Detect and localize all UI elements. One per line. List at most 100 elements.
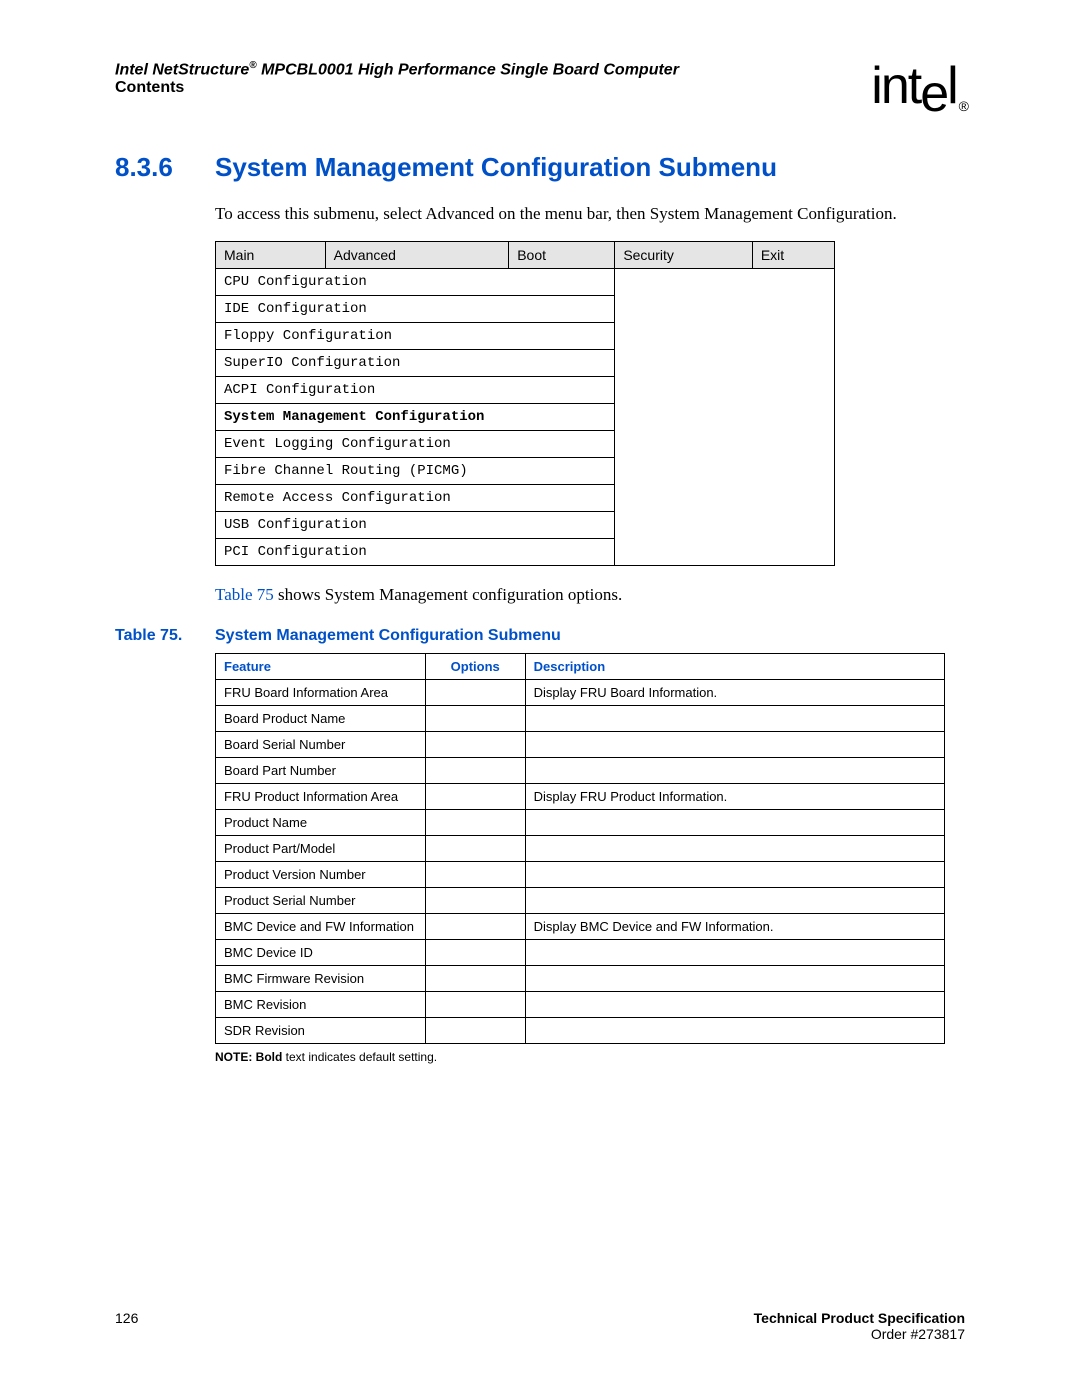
menu-spacer	[615, 430, 835, 457]
menu-tab-exit: Exit	[752, 241, 834, 268]
cell-options	[425, 783, 525, 809]
document-title: Intel NetStructure® MPCBL0001 High Perfo…	[115, 60, 871, 79]
cell-options	[425, 965, 525, 991]
table-row: Board Serial Number	[216, 731, 945, 757]
cell-description	[525, 861, 944, 887]
bios-menu-table: Main Advanced Boot Security Exit CPU Con…	[215, 241, 835, 566]
menu-row: CPU Configuration	[216, 268, 835, 295]
cell-options	[425, 679, 525, 705]
registered-mark: ®	[249, 60, 256, 71]
menu-row: IDE Configuration	[216, 295, 835, 322]
cell-options	[425, 809, 525, 835]
footer-doc-type: Technical Product Specification	[754, 1310, 965, 1326]
reference-text: shows System Management configuration op…	[274, 585, 622, 604]
table-row: Product Name	[216, 809, 945, 835]
menu-item: Event Logging Configuration	[216, 430, 615, 457]
cell-description	[525, 731, 944, 757]
cell-feature: Board Serial Number	[216, 731, 426, 757]
table-row: Product Version Number	[216, 861, 945, 887]
menu-item: CPU Configuration	[216, 268, 615, 295]
note-suffix: text indicates default setting.	[282, 1050, 437, 1064]
cell-options	[425, 991, 525, 1017]
cell-description: Display FRU Board Information.	[525, 679, 944, 705]
menu-row: Remote Access Configuration	[216, 484, 835, 511]
cell-description: Display FRU Product Information.	[525, 783, 944, 809]
menu-tab-security: Security	[615, 241, 753, 268]
cell-feature: BMC Device ID	[216, 939, 426, 965]
menu-row: Floppy Configuration	[216, 322, 835, 349]
menu-spacer	[615, 511, 835, 538]
menu-item: Floppy Configuration	[216, 322, 615, 349]
section-number: 8.3.6	[115, 152, 215, 183]
table-row: BMC Firmware Revision	[216, 965, 945, 991]
cell-options	[425, 1017, 525, 1043]
menu-row: System Management Configuration	[216, 403, 835, 430]
cell-description	[525, 1017, 944, 1043]
menu-row: ACPI Configuration	[216, 376, 835, 403]
table-row: BMC Device ID	[216, 939, 945, 965]
table-row: FRU Board Information Area Display FRU Bo…	[216, 679, 945, 705]
menu-item: PCI Configuration	[216, 538, 615, 565]
intro-paragraph: To access this submenu, select Advanced …	[215, 203, 965, 226]
menu-spacer	[615, 457, 835, 484]
cell-options	[425, 705, 525, 731]
cell-feature: Product Serial Number	[216, 887, 426, 913]
cell-description	[525, 835, 944, 861]
menu-item: SuperIO Configuration	[216, 349, 615, 376]
menu-row: Event Logging Configuration	[216, 430, 835, 457]
table-reference-link[interactable]: Table 75	[215, 585, 274, 604]
menu-tab-boot: Boot	[509, 241, 615, 268]
cell-options	[425, 939, 525, 965]
cell-description	[525, 991, 944, 1017]
cell-feature: Product Version Number	[216, 861, 426, 887]
cell-feature: BMC Revision	[216, 991, 426, 1017]
menu-row: SuperIO Configuration	[216, 349, 835, 376]
table-row: SDR Revision	[216, 1017, 945, 1043]
table-row: Product Serial Number	[216, 887, 945, 913]
menu-spacer	[615, 349, 835, 376]
cell-feature: SDR Revision	[216, 1017, 426, 1043]
menu-row: PCI Configuration	[216, 538, 835, 565]
cell-description	[525, 887, 944, 913]
table-row: BMC Device and FW InformationDisplay BMC…	[216, 913, 945, 939]
col-header-feature: Feature	[216, 653, 426, 679]
cell-feature: BMC Firmware Revision	[216, 965, 426, 991]
intel-logo: intel®	[871, 60, 965, 112]
cell-description	[525, 965, 944, 991]
page-number: 126	[115, 1310, 138, 1326]
cell-description	[525, 757, 944, 783]
menu-item-selected: System Management Configuration	[216, 403, 615, 430]
logo-registered-mark: ®	[959, 98, 967, 114]
cell-description	[525, 939, 944, 965]
menu-spacer	[615, 484, 835, 511]
header-text-block: Intel NetStructure® MPCBL0001 High Perfo…	[115, 60, 871, 97]
menu-spacer	[615, 403, 835, 430]
config-options-table: Feature Options Description FRU Board In…	[215, 653, 945, 1044]
menu-tab-advanced: Advanced	[325, 241, 509, 268]
table-number: Table 75.	[115, 627, 215, 645]
cell-feature: Product Part/Model	[216, 835, 426, 861]
cell-options	[425, 913, 525, 939]
cell-options	[425, 861, 525, 887]
page-footer: 126 Technical Product Specification Orde…	[115, 1310, 965, 1342]
table-title: System Management Configuration Submenu	[215, 627, 561, 645]
document-subtitle: Contents	[115, 79, 871, 97]
cell-feature: Board Product Name	[216, 705, 426, 731]
col-header-description: Description	[525, 653, 944, 679]
menu-item: IDE Configuration	[216, 295, 615, 322]
note-prefix: NOTE:	[215, 1050, 256, 1064]
table-row: BMC Revision	[216, 991, 945, 1017]
section-title: System Management Configuration Submenu	[215, 152, 777, 183]
menu-row: Fibre Channel Routing (PICMG)	[216, 457, 835, 484]
cell-description	[525, 705, 944, 731]
menu-item: Remote Access Configuration	[216, 484, 615, 511]
cell-description	[525, 809, 944, 835]
table-row: Board Product Name	[216, 705, 945, 731]
table-row: Product Part/Model	[216, 835, 945, 861]
reference-paragraph: Table 75 shows System Management configu…	[215, 584, 965, 607]
table-row: FRU Product Information AreaDisplay FRU …	[216, 783, 945, 809]
menu-spacer	[615, 295, 835, 322]
logo-text: intel	[871, 57, 956, 123]
cell-feature: FRU Board Information Area	[216, 679, 426, 705]
menu-tab-row: Main Advanced Boot Security Exit	[216, 241, 835, 268]
